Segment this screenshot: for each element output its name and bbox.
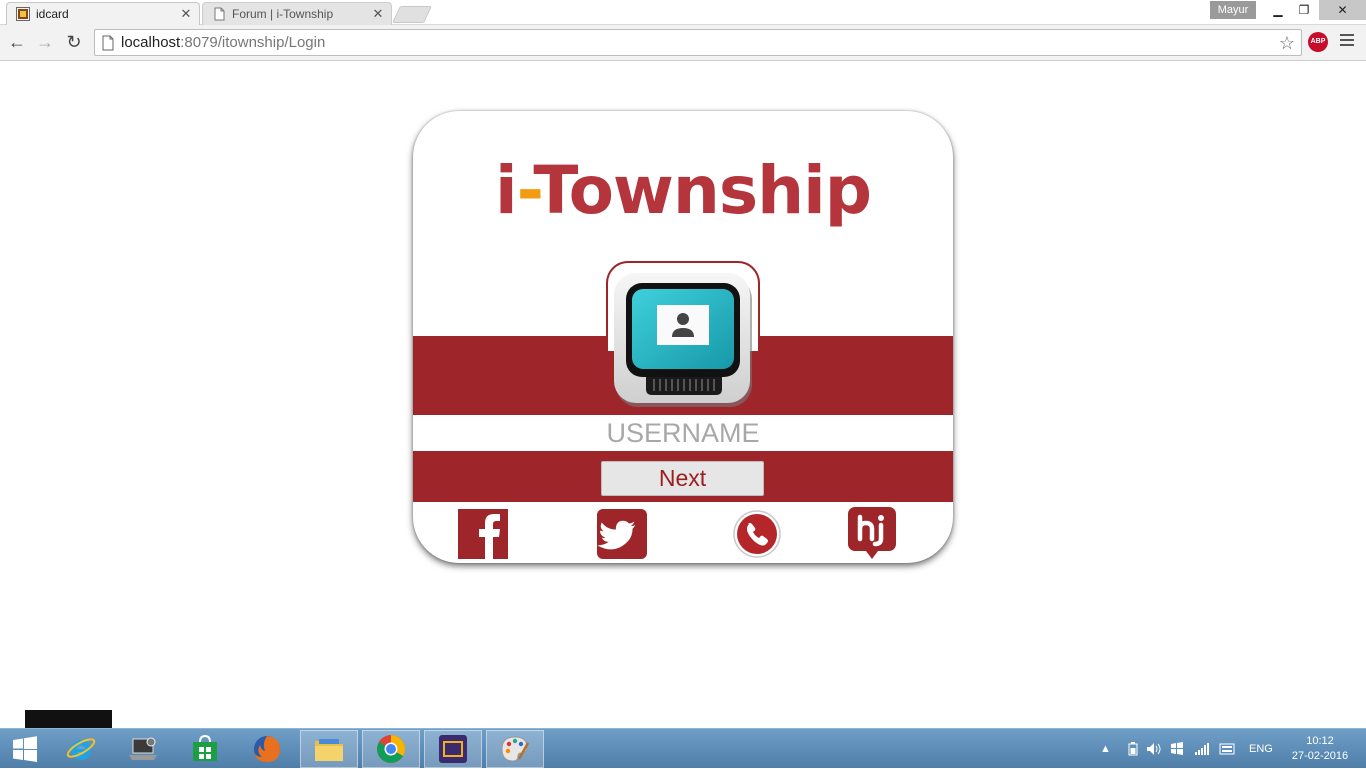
store-icon[interactable] bbox=[176, 730, 234, 768]
chrome-menu-icon[interactable] bbox=[1340, 34, 1354, 48]
battery-icon[interactable] bbox=[1128, 729, 1138, 769]
taskbar-thumbnail-peek bbox=[25, 710, 112, 728]
close-tab-icon[interactable]: ✕ bbox=[179, 7, 193, 21]
show-hidden-icons-icon[interactable]: ▲ bbox=[1100, 729, 1111, 769]
profile-button[interactable]: Mayur bbox=[1210, 1, 1256, 19]
laptop-icon[interactable] bbox=[114, 730, 172, 768]
keyboard-icon[interactable] bbox=[1219, 729, 1235, 769]
login-card: i-Township USERNAME Next bbox=[413, 111, 953, 563]
windows-start-icon[interactable] bbox=[0, 730, 50, 768]
url-path: :8079/itownship/Login bbox=[180, 34, 326, 51]
url-host: localhost bbox=[121, 34, 181, 51]
windows-taskbar: ▲ ENG 10:12 27-02-2016 bbox=[0, 728, 1366, 768]
new-tab-button[interactable] bbox=[392, 6, 432, 23]
brand-title: i-Township bbox=[413, 151, 953, 231]
action-band: Next bbox=[413, 451, 953, 502]
whatsapp-icon[interactable] bbox=[732, 509, 782, 559]
language-indicator[interactable]: ENG bbox=[1249, 729, 1273, 769]
adblock-plus-icon[interactable]: ABP bbox=[1308, 32, 1328, 52]
file-explorer-icon[interactable] bbox=[300, 730, 358, 768]
clock-date: 27-02-2016 bbox=[1291, 750, 1349, 762]
address-bar[interactable]: localhost:8079/itownship/Login ☆ bbox=[94, 29, 1302, 56]
reload-button[interactable]: ↻ bbox=[63, 31, 85, 53]
tab-title: idcard bbox=[36, 7, 69, 21]
brand-prefix: i bbox=[494, 152, 518, 229]
hike-icon[interactable] bbox=[847, 507, 897, 561]
action-center-icon[interactable] bbox=[1170, 729, 1184, 769]
java-ee-ide-icon[interactable] bbox=[424, 730, 482, 768]
clock-time: 10:12 bbox=[1306, 735, 1334, 747]
page-icon bbox=[214, 7, 225, 21]
system-clock[interactable]: 10:12 27-02-2016 bbox=[1286, 734, 1354, 764]
network-icon[interactable] bbox=[1194, 729, 1210, 769]
tab-forum[interactable]: Forum | i-Township ✕ bbox=[202, 2, 392, 25]
back-button[interactable]: ← bbox=[6, 31, 28, 53]
username-input[interactable] bbox=[413, 415, 953, 451]
browser-tabstrip: idcard ✕ Forum | i-Township ✕ Mayur ▁ ❐ … bbox=[0, 0, 1366, 25]
id-card-monitor-icon bbox=[614, 273, 752, 407]
page-icon bbox=[102, 35, 114, 50]
idcard-favicon-icon bbox=[16, 7, 30, 21]
facebook-icon[interactable] bbox=[458, 509, 508, 559]
bookmark-star-icon[interactable]: ☆ bbox=[1279, 33, 1295, 53]
browser-toolbar: ← → ↻ localhost:8079/itownship/Login ☆ A… bbox=[0, 25, 1366, 61]
brand-dash: - bbox=[516, 152, 535, 229]
volume-icon[interactable] bbox=[1146, 729, 1162, 769]
paint-icon[interactable] bbox=[486, 730, 544, 768]
tab-title: Forum | i-Township bbox=[232, 7, 334, 21]
brand-name: Township bbox=[533, 152, 872, 229]
twitter-icon[interactable] bbox=[597, 509, 647, 559]
tab-idcard[interactable]: idcard ✕ bbox=[6, 2, 200, 25]
username-row bbox=[413, 415, 953, 451]
firefox-icon[interactable] bbox=[238, 730, 296, 768]
next-button[interactable]: Next bbox=[601, 461, 764, 496]
restore-button[interactable]: ❐ bbox=[1291, 0, 1317, 20]
close-window-button[interactable]: ✕ bbox=[1319, 0, 1366, 20]
minimize-button[interactable]: ▁ bbox=[1265, 0, 1291, 20]
chrome-icon[interactable] bbox=[362, 730, 420, 768]
internet-explorer-icon[interactable] bbox=[52, 730, 110, 768]
forward-button[interactable]: → bbox=[34, 31, 56, 53]
close-tab-icon[interactable]: ✕ bbox=[371, 7, 385, 21]
